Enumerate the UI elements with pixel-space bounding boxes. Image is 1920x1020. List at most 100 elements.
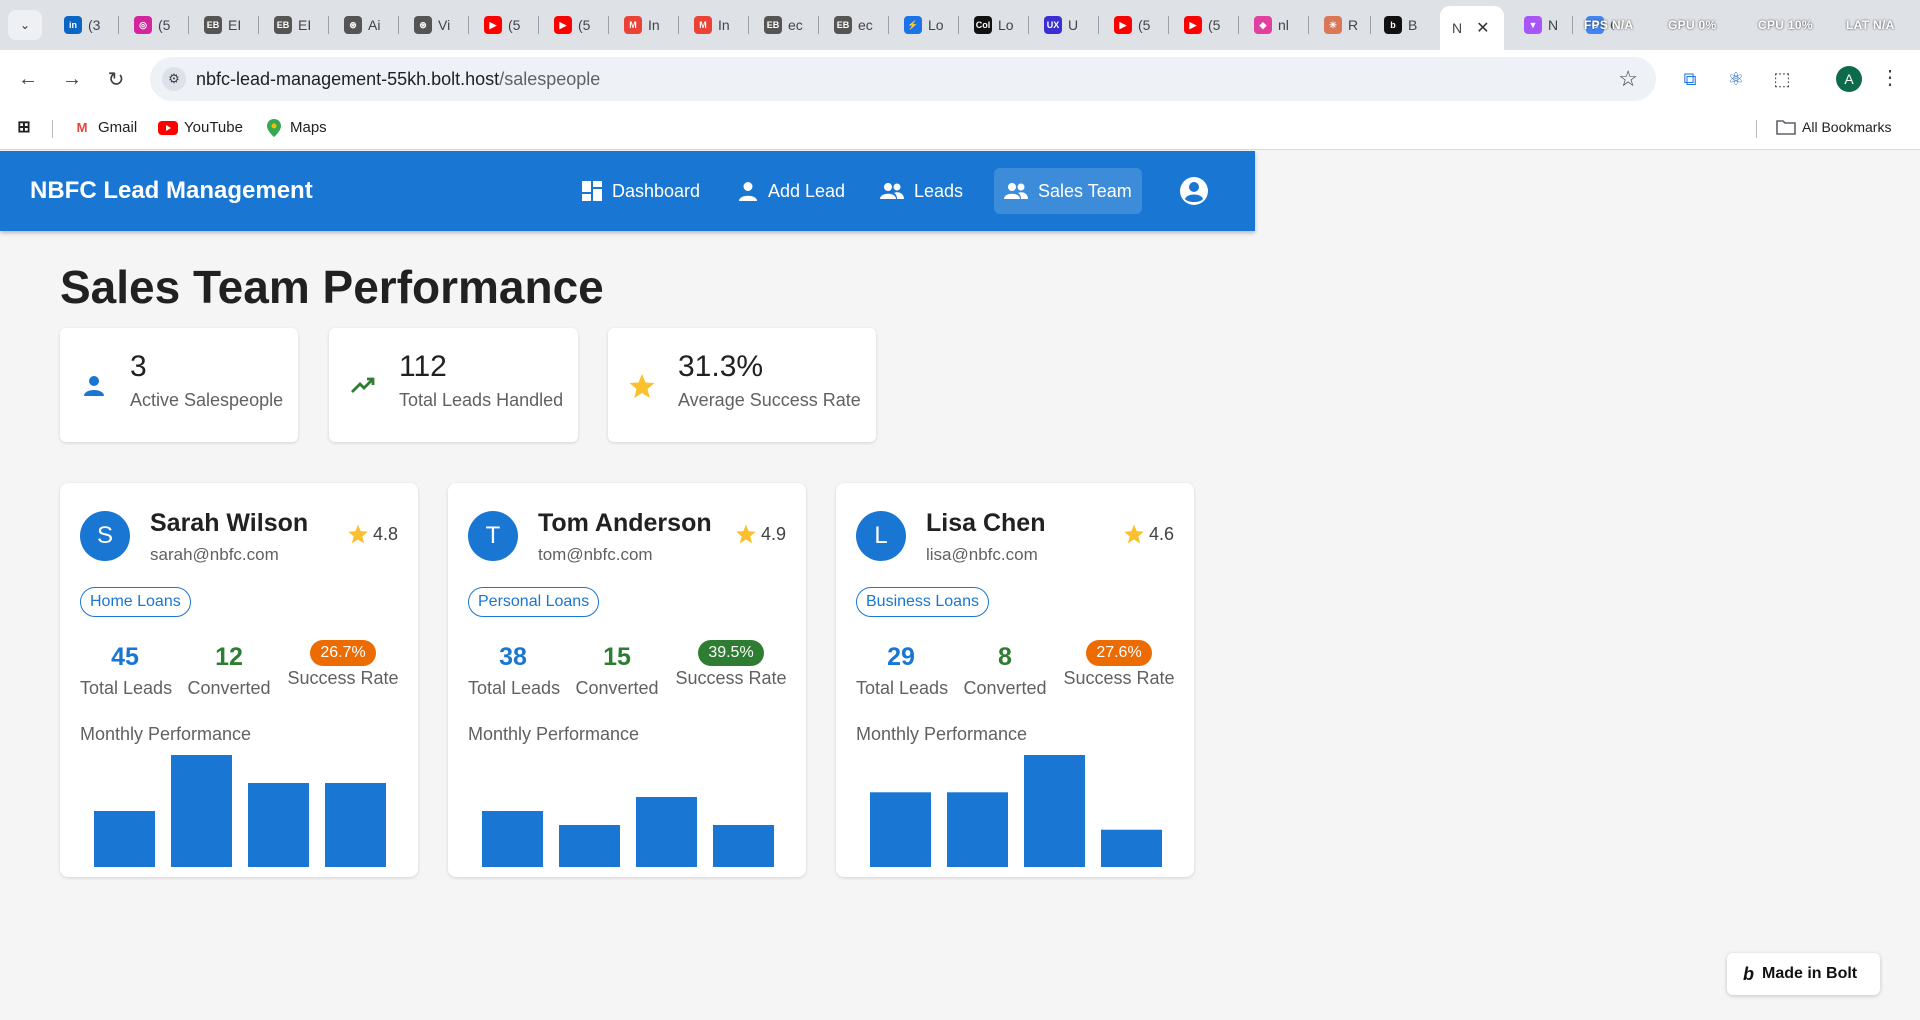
reload-icon: ↻: [107, 68, 125, 91]
browser-tab[interactable]: ⊛ Ai: [332, 8, 394, 42]
rating-value: 4.6: [1148, 523, 1174, 544]
tab-separator: [468, 16, 469, 34]
metric-total-leads: 45 Total Leads: [80, 643, 172, 699]
nav-dashboard[interactable]: Dashboard: [572, 168, 710, 214]
tab-favicon-icon: UX: [1044, 16, 1062, 34]
chart-bar: [636, 797, 697, 867]
nav-sales-team[interactable]: Sales Team: [994, 168, 1142, 214]
stat-value: 112: [399, 350, 447, 383]
tab-separator: [1572, 16, 1573, 34]
browser-tab-active[interactable]: N ✕: [1440, 6, 1504, 50]
tab-separator: [958, 16, 959, 34]
metric-label: Total Leads: [856, 678, 949, 698]
back-button[interactable]: ←: [14, 65, 42, 93]
profile-avatar[interactable]: A: [1836, 66, 1862, 92]
monthly-performance-label: Monthly Performance: [856, 724, 1028, 744]
chart-bar: [171, 755, 232, 867]
reload-button[interactable]: ↻: [102, 65, 130, 93]
browser-tab[interactable]: ⊛ Vi: [402, 8, 464, 42]
browser-tab[interactable]: in (3: [52, 8, 114, 42]
browser-tab[interactable]: ▶ (5: [542, 8, 604, 42]
metric-value: 8: [998, 643, 1012, 671]
tab-separator: [1028, 16, 1029, 34]
tab-favicon-icon: M: [694, 16, 712, 34]
metric-value: 38: [499, 643, 527, 671]
salesperson-name: Lisa Chen: [926, 509, 1046, 537]
chart-bar: [248, 783, 309, 867]
browser-tab[interactable]: bB: [1372, 8, 1432, 42]
bookmark-gmail[interactable]: M Gmail: [72, 119, 138, 136]
dashboard-icon: [582, 181, 602, 201]
account-circle-icon[interactable]: [1178, 175, 1210, 207]
tab-separator: [188, 16, 189, 34]
nav-add-lead[interactable]: Add Lead: [728, 168, 855, 214]
tab-favicon-icon: ▶: [554, 16, 572, 34]
bookmark-star-icon[interactable]: ☆: [1618, 66, 1638, 92]
extensions-puzzle-icon[interactable]: ⬚: [1768, 65, 1796, 93]
browser-menu-icon[interactable]: ⋮: [1880, 65, 1900, 90]
browser-tab[interactable]: EB EI: [262, 8, 324, 42]
chart-bar: [870, 792, 931, 867]
all-bookmarks[interactable]: All Bookmarks: [1776, 119, 1891, 135]
browser-tab[interactable]: EB EI: [192, 8, 254, 42]
rating-value: 4.8: [372, 523, 398, 544]
browser-tab[interactable]: ◆ nl: [1242, 8, 1304, 42]
bookmarks-divider: [52, 120, 53, 138]
chart-bar: [1024, 755, 1085, 867]
browser-tab[interactable]: ▼ N: [1512, 8, 1568, 42]
browser-tab[interactable]: ▶ (5: [1172, 8, 1234, 42]
monthly-performance-chart: [468, 753, 786, 870]
chart-bar: [94, 811, 155, 867]
metric-success-rate: 26.7% Success Rate: [286, 640, 400, 689]
browser-tab-strip: ⌄ in (3 ◎ (5 EB EI EB EI ⊛ Ai ⊛ Vi ▶ (5 ▶ (5 M In M In EB ec E…: [0, 0, 1920, 50]
specialty-chip: Business Loans: [856, 587, 989, 617]
made-in-bolt-badge[interactable]: b Made in Bolt: [1727, 953, 1880, 995]
chart-bar: [947, 792, 1008, 867]
metric-label: Success Rate: [1063, 668, 1175, 688]
tab-separator: [1308, 16, 1309, 34]
tab-favicon-icon: ◆: [1254, 16, 1272, 34]
extension-icon[interactable]: ⧉: [1676, 65, 1704, 93]
browser-tab[interactable]: ✳ R: [1312, 8, 1366, 42]
close-tab-icon[interactable]: ✕: [1476, 18, 1489, 38]
browser-tab[interactable]: ◎ (5: [122, 8, 184, 42]
apps-grid-icon[interactable]: ⊞: [14, 119, 40, 136]
tab-separator: [888, 16, 889, 34]
bookmark-youtube[interactable]: YouTube: [158, 119, 243, 136]
metric-total-leads: 29 Total Leads: [856, 643, 949, 699]
browser-tab[interactable]: M In: [612, 8, 674, 42]
tab-favicon-icon: EB: [204, 16, 222, 34]
browser-tab[interactable]: ▶ (5: [1102, 8, 1164, 42]
site-info-icon[interactable]: ⚙: [162, 67, 186, 91]
tab-separator: [1168, 16, 1169, 34]
browser-tab[interactable]: ▶ (5: [472, 8, 534, 42]
nav-leads[interactable]: Leads: [870, 168, 973, 214]
tab-favicon-icon: ▶: [484, 16, 502, 34]
metric-converted: 15 Converted: [572, 643, 662, 699]
stat-label: Active Salespeople: [130, 390, 284, 410]
address-bar[interactable]: ⚙ nbfc-lead-management-55kh.bolt.host/sa…: [150, 57, 1656, 101]
browser-tab[interactable]: ⚡ Lo: [892, 8, 954, 42]
tab-favicon-icon: ⊛: [344, 16, 362, 34]
tab-separator: [258, 16, 259, 34]
tab-favicon-icon: ▶: [1114, 16, 1132, 34]
stat-label: Total Leads Handled: [399, 390, 564, 410]
tab-favicon-icon: EB: [274, 16, 292, 34]
tab-separator: [1098, 16, 1099, 34]
tab-separator: [678, 16, 679, 34]
tab-favicon-icon: ◎: [134, 16, 152, 34]
react-devtools-icon[interactable]: ⚛: [1722, 65, 1750, 93]
browser-tab[interactable]: EB ec: [822, 8, 884, 42]
browser-tab[interactable]: Col Lo: [962, 8, 1024, 42]
chart-bar: [482, 811, 543, 867]
perf-gpu: GPU 0%: [1668, 18, 1717, 32]
bookmark-maps[interactable]: Maps: [264, 118, 327, 137]
browser-tab[interactable]: M In: [682, 8, 744, 42]
forward-button[interactable]: →: [58, 65, 86, 93]
browser-tab[interactable]: UX U: [1032, 8, 1094, 42]
browser-tab[interactable]: EB ec: [752, 8, 814, 42]
tab-favicon-icon: Col: [974, 16, 992, 34]
people-icon: [880, 183, 904, 199]
tab-search-button[interactable]: ⌄: [8, 10, 42, 40]
metric-label: Converted: [963, 678, 1047, 698]
